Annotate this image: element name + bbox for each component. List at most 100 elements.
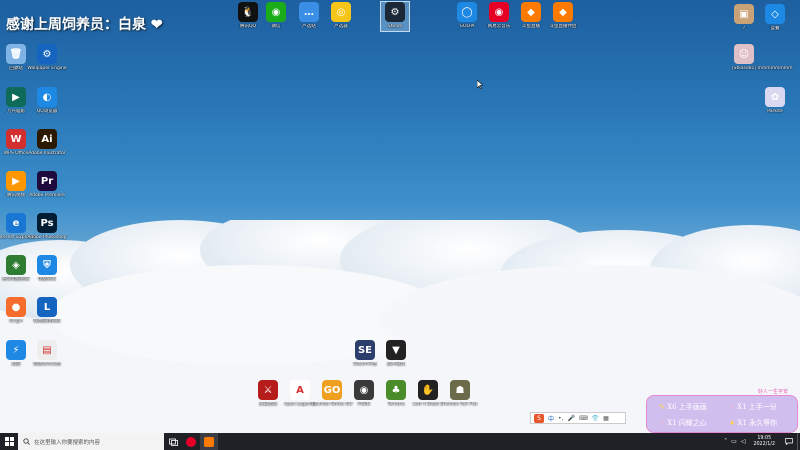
volume-icon[interactable]: ◁ (741, 438, 746, 445)
desktop-icon[interactable]: ▼ 战术道具 (373, 340, 419, 367)
taskbar: 在这里输入你要搜索的内容 ˄ ▭ ◁ 19:05 2022/1/2 (0, 433, 800, 450)
heart-icon: ❤ (150, 17, 163, 33)
show-hidden-icons-chevron-icon[interactable]: ˄ (724, 438, 727, 445)
taskbar-search-box[interactable]: 在这里输入你要搜索的内容 (18, 433, 164, 450)
punctuation-icon[interactable]: •, (558, 415, 563, 422)
taskbar-douyu[interactable] (200, 433, 218, 450)
blank-icon (765, 44, 785, 64)
desktop-icon[interactable]: ⛨ 电脑管家 (24, 255, 70, 282)
pencil-icon: ✎ (659, 403, 665, 411)
anime-character-icon: ✿ (765, 87, 785, 107)
game-icon: ☗ (450, 380, 470, 400)
desktop-icon[interactable]: ◐ QQ浏览器 (24, 87, 70, 114)
desktop-icon[interactable]: Ps Adobe Photoshop (24, 213, 70, 240)
taskbar-clock[interactable]: 19:05 2022/1/2 (753, 436, 775, 448)
taskbar-netease-music[interactable] (182, 433, 200, 450)
desktop-icon[interactable]: ⚙ Steam (372, 2, 418, 29)
shirt-icon[interactable]: 👕 (592, 415, 599, 422)
gift-panel: ✎ X6 上手画画 ➶ X1 上手一分 ➶ X1 闪耀之心 ★ X1 永久等你 (646, 395, 798, 433)
task-view-icon (168, 438, 178, 446)
douyu-icon: ◆ (521, 2, 541, 22)
ime-language-label[interactable]: 中 (548, 414, 554, 423)
gift-row2-right-label: X1 永久等你 (737, 419, 778, 427)
triangle-game-icon: ▼ (386, 340, 406, 360)
start-button[interactable] (0, 433, 18, 450)
system-tray: ˄ ▭ ◁ 19:05 2022/1/2 (724, 433, 800, 450)
desktop-icon-label: Adobe Photoshop (27, 235, 67, 240)
rocket-icon: ➶ (729, 403, 735, 411)
desktop-icon[interactable]: Pr Adobe Premiere (24, 171, 70, 198)
desktop-icon-label: Human Fall Flat (442, 402, 478, 407)
desktop-icon-label: 电脑管家 (38, 277, 56, 282)
desktop-icon[interactable]: mmmmmmmm (752, 44, 798, 71)
bluestacks-icon: ◇ (765, 4, 785, 24)
notification-button[interactable] (781, 433, 797, 450)
banner-text: 感谢上周饲养员：白泉 (6, 17, 146, 33)
chat-bubble-icon: … (299, 2, 319, 22)
thanks-banner: 感谢上周饲养员：白泉 ❤ (6, 14, 163, 34)
gift-row2-right: ★ X1 永久等你 (729, 418, 777, 428)
notification-icon (785, 438, 793, 445)
lenovo-store-icon: L (37, 297, 57, 317)
desktop-icon[interactable]: ◎ 严选器 (318, 2, 364, 29)
shield-icon: ⛨ (37, 255, 57, 275)
gift-row1-left: ✎ X6 上手画画 (659, 402, 707, 412)
ime-toolbar[interactable]: S 中 •, 🎤 ⌨ 👕 ▦ (530, 412, 626, 424)
gift-row2-left-label: X1 闪耀之心 (667, 419, 707, 427)
desktop-icon-label: 新建文本文档 (33, 362, 61, 367)
gift-row2-left: ➶ X1 闪耀之心 (659, 418, 707, 428)
adobe-illustrator-icon: Ai (37, 129, 57, 149)
internet-explorer-icon: e (6, 213, 26, 233)
desktop-icon[interactable]: Ai Adobe Illustrator (24, 129, 70, 156)
photo-icon: ▣ (734, 4, 754, 24)
desktop-icon[interactable]: ☗ Human Fall Flat (437, 380, 483, 407)
adobe-premiere-icon: Pr (37, 171, 57, 191)
clock-date: 2022/1/2 (753, 441, 775, 447)
portrait-icon: ☺ (734, 44, 754, 64)
text-document-icon: ▤ (37, 340, 57, 360)
wechat-icon: ◉ (266, 2, 286, 22)
sogou-icon: S (534, 413, 544, 423)
desktop-icon-label: Parkite (767, 109, 783, 114)
pc-manager-icon: ◈ (6, 255, 26, 275)
desktop-icon[interactable]: ✿ Parkite (752, 87, 798, 114)
desktop-icon-label: Adobe Premiere (29, 193, 65, 198)
thunder-icon: ⚡ (6, 340, 26, 360)
search-placeholder: 在这里输入你要搜索的内容 (34, 439, 101, 446)
wallpaper-engine-icon: ⚙ (37, 44, 57, 64)
terraria-icon: ♣ (386, 380, 406, 400)
pubg-icon: ◉ (354, 380, 374, 400)
recycle-bin-icon: 🗑 (6, 44, 26, 64)
search-icon (23, 438, 30, 445)
gift-row1-right-label: X1 上手一分 (737, 403, 777, 411)
mouse-cursor-icon (477, 80, 483, 89)
adobe-photoshop-icon: Ps (37, 213, 57, 233)
task-view-button[interactable] (164, 433, 182, 450)
network-icon[interactable]: ▭ (731, 438, 737, 445)
microphone-icon[interactable]: 🎤 (567, 415, 574, 422)
owl-icon: ◎ (331, 2, 351, 22)
gift-row1-right: ➶ X1 上手一分 (729, 402, 777, 412)
desktop-icon[interactable]: ◆ 斗鱼直播伴侣 (540, 2, 586, 29)
csgo-icon: GO (322, 380, 342, 400)
desktop-icon[interactable]: ⚙ Wallpaper Engine (24, 44, 70, 71)
grid-icon[interactable]: ▦ (603, 415, 609, 422)
steam-file-icon: SE (355, 340, 375, 360)
desktop-icon[interactable]: ◇ 蓝叠 (752, 4, 798, 31)
star-icon: ★ (729, 419, 736, 427)
desktop-icon-label: Wallpaper Engine (27, 66, 67, 71)
desktop-icon[interactable]: ▤ 新建文本文档 (24, 340, 70, 367)
douyu-icon (204, 436, 214, 447)
wps-icon: W (6, 129, 26, 149)
desktop-icon-label: 斗鱼直播伴侣 (549, 24, 577, 29)
left4dead-icon: ✋ (418, 380, 438, 400)
desktop-icon-label: mmmmmmmm (757, 66, 793, 71)
desktop-icon[interactable]: L 联想应用商店 (24, 297, 70, 324)
keyboard-icon[interactable]: ⌨ (579, 415, 588, 422)
rocket-icon: ➶ (659, 419, 665, 427)
desktop-icon-label: QQ浏览器 (36, 109, 58, 114)
apex-icon: A (290, 380, 310, 400)
desktop-icon-label: 战术道具 (387, 362, 405, 367)
qq-browser-icon: ◐ (37, 87, 57, 107)
golpa-icon: ◯ (457, 2, 477, 22)
